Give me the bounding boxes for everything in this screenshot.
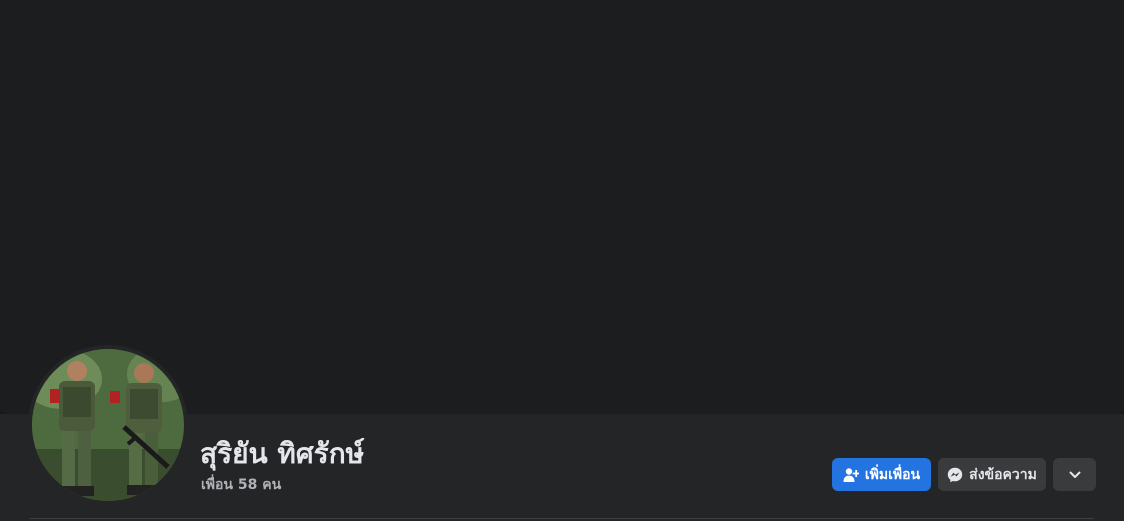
profile-avatar[interactable] [32,349,184,501]
send-message-button[interactable]: ส่งข้อความ [938,458,1046,491]
header-divider [30,518,1094,519]
add-friend-icon [843,467,859,483]
add-friend-button[interactable]: เพิ่มเพื่อน [832,458,931,491]
messenger-icon [947,467,963,483]
more-options-button[interactable] [1053,458,1096,491]
friends-count[interactable]: เพื่อน 58 คน [201,474,281,496]
avatar-photo [32,349,184,501]
chevron-down-icon [1069,471,1081,479]
cover-photo[interactable] [0,0,1124,414]
profile-name: สุริยัน ทิศรักษ์ [200,437,365,470]
send-message-label: ส่งข้อความ [969,466,1037,483]
add-friend-label: เพิ่มเพื่อน [864,466,921,483]
